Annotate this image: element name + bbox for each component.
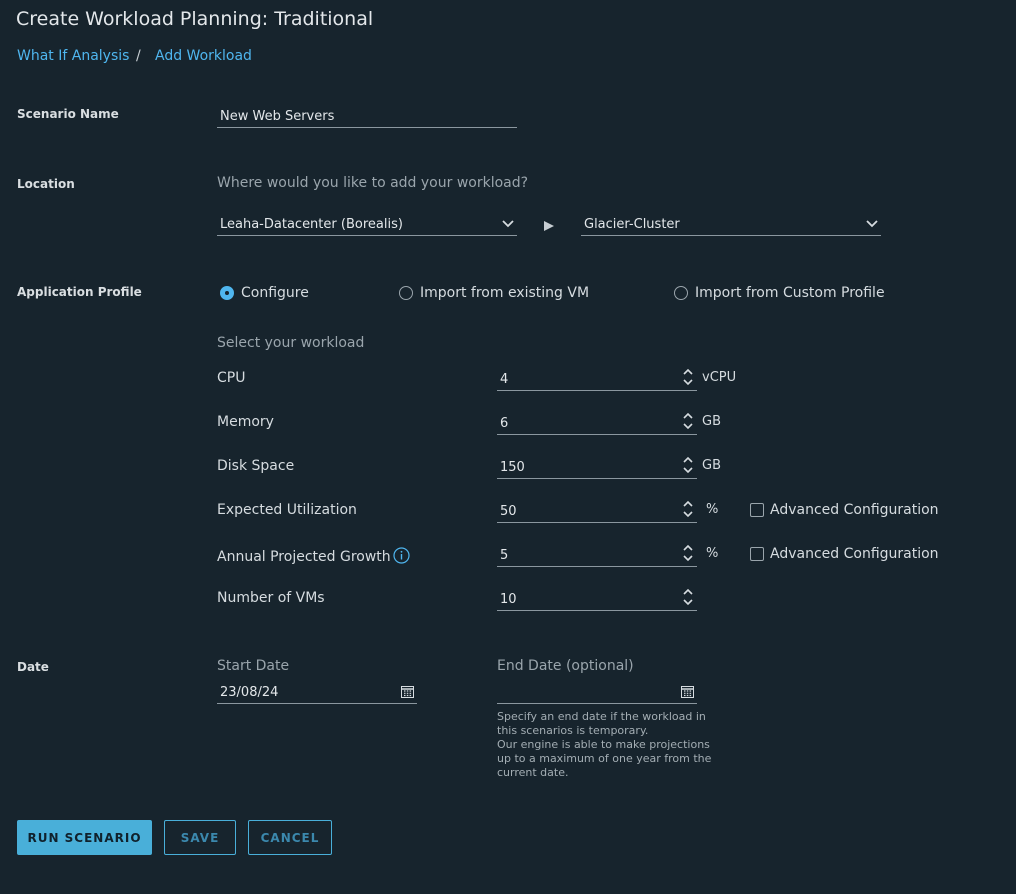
cluster-value: Glacier-Cluster	[584, 217, 680, 232]
cpu-value: 4	[500, 372, 509, 387]
datacenter-select[interactable]: Leaha-Datacenter (Borealis)	[217, 212, 517, 236]
spinner-icon[interactable]	[683, 543, 693, 563]
memory-unit: GB	[702, 414, 721, 429]
expected-utilization-input[interactable]: 50	[497, 499, 697, 523]
utilization-advanced-label[interactable]: Advanced Configuration	[770, 502, 939, 518]
memory-input[interactable]: 6	[497, 411, 697, 435]
end-date-input[interactable]	[497, 680, 697, 704]
annual-growth-value: 5	[500, 548, 509, 563]
breadcrumb-what-if-analysis[interactable]: What If Analysis	[17, 48, 129, 64]
end-date-hint-2: Our engine is able to make projections u…	[497, 738, 712, 779]
run-scenario-button[interactable]: RUN SCENARIO	[17, 820, 152, 855]
expected-utilization-value: 50	[500, 504, 517, 519]
spinner-icon[interactable]	[683, 411, 693, 431]
page-title: Create Workload Planning: Traditional	[16, 8, 374, 30]
info-icon[interactable]	[393, 547, 410, 564]
chevron-down-icon	[866, 220, 878, 228]
datacenter-value: Leaha-Datacenter (Borealis)	[220, 217, 403, 232]
arrow-right-icon	[544, 221, 554, 231]
memory-value: 6	[500, 416, 509, 431]
growth-advanced-label[interactable]: Advanced Configuration	[770, 546, 939, 562]
radio-import-custom-profile[interactable]	[674, 286, 688, 300]
date-label: Date	[17, 660, 49, 674]
spinner-icon[interactable]	[683, 499, 693, 519]
expected-utilization-unit: %	[706, 502, 719, 517]
growth-advanced-checkbox[interactable]	[750, 547, 764, 561]
number-of-vms-label: Number of VMs	[217, 590, 325, 606]
start-date-input[interactable]: 23/08/24	[217, 680, 417, 704]
end-date-hint: Specify an end date if the workload in t…	[497, 710, 722, 780]
expected-utilization-label: Expected Utilization	[217, 502, 357, 518]
cancel-button[interactable]: CANCEL	[248, 820, 332, 855]
application-profile-label: Application Profile	[17, 285, 142, 299]
utilization-advanced-checkbox[interactable]	[750, 503, 764, 517]
radio-import-existing-vm[interactable]	[399, 286, 413, 300]
breadcrumb-separator: /	[136, 48, 141, 64]
radio-configure[interactable]	[220, 286, 234, 300]
scenario-name-input[interactable]: New Web Servers	[217, 104, 517, 128]
scenario-name-value: New Web Servers	[220, 109, 335, 124]
location-label: Location	[17, 177, 75, 191]
memory-label: Memory	[217, 414, 274, 430]
end-date-label: End Date (optional)	[497, 658, 634, 674]
chevron-down-icon	[502, 220, 514, 228]
number-of-vms-value: 10	[500, 592, 517, 607]
annual-growth-label: Annual Projected Growth	[217, 549, 391, 565]
annual-growth-input[interactable]: 5	[497, 543, 697, 567]
spinner-icon[interactable]	[683, 455, 693, 475]
spinner-icon[interactable]	[683, 367, 693, 387]
disk-space-input[interactable]: 150	[497, 455, 697, 479]
workload-planning-page: Create Workload Planning: Traditional Wh…	[0, 0, 1016, 894]
cluster-select[interactable]: Glacier-Cluster	[581, 212, 881, 236]
radio-configure-label[interactable]: Configure	[241, 285, 309, 301]
disk-space-value: 150	[500, 460, 525, 475]
end-date-hint-1: Specify an end date if the workload in t…	[497, 710, 706, 737]
location-hint: Where would you like to add your workloa…	[217, 175, 529, 191]
scenario-name-label: Scenario Name	[17, 107, 119, 121]
disk-space-label: Disk Space	[217, 458, 295, 474]
spinner-icon[interactable]	[683, 587, 693, 607]
start-date-value: 23/08/24	[220, 685, 279, 700]
disk-space-unit: GB	[702, 458, 721, 473]
cpu-unit: vCPU	[702, 370, 737, 385]
calendar-icon[interactable]	[681, 685, 694, 698]
radio-import-custom-profile-label[interactable]: Import from Custom Profile	[695, 285, 885, 301]
cpu-input[interactable]: 4	[497, 367, 697, 391]
cpu-label: CPU	[217, 370, 246, 386]
number-of-vms-input[interactable]: 10	[497, 587, 697, 611]
select-workload-hint: Select your workload	[217, 335, 365, 351]
annual-growth-unit: %	[706, 546, 719, 561]
save-button[interactable]: SAVE	[164, 820, 236, 855]
calendar-icon[interactable]	[401, 685, 414, 698]
start-date-label: Start Date	[217, 658, 290, 674]
breadcrumb-add-workload[interactable]: Add Workload	[155, 48, 252, 64]
radio-import-existing-vm-label[interactable]: Import from existing VM	[420, 285, 589, 301]
